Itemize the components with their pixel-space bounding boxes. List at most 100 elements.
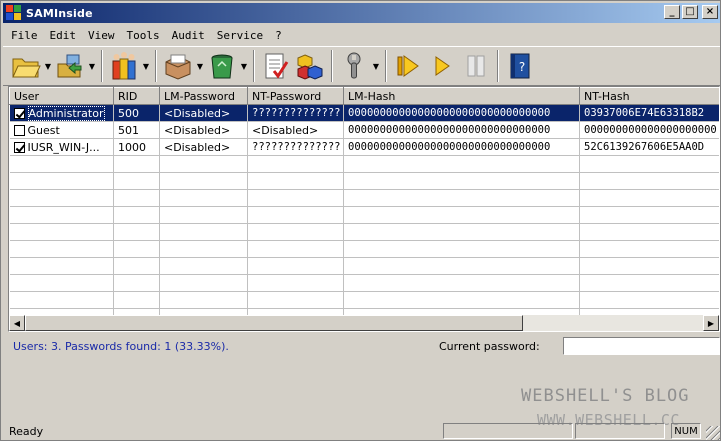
table-row[interactable]: Guest 501 <Disabled> <Disabled> 00000000… — [9, 121, 719, 139]
recycle-bin-icon[interactable] — [205, 49, 239, 83]
current-password-field[interactable] — [563, 337, 720, 355]
nt-password-cell: <Disabled> — [247, 121, 344, 139]
column-header-user[interactable]: User — [9, 87, 114, 105]
lm-password-cell: <Disabled> — [159, 121, 248, 139]
scroll-track[interactable] — [25, 315, 703, 331]
table-row[interactable]: IUSR_WIN-J... 1000 <Disabled> ??????????… — [9, 138, 719, 156]
row-checkbox[interactable] — [13, 124, 25, 136]
status-progress-panel — [443, 423, 573, 439]
app-icon — [6, 5, 22, 21]
export-box-icon[interactable] — [161, 49, 195, 83]
menu-file[interactable]: File — [5, 29, 44, 42]
toolbar-separator — [331, 50, 333, 82]
minimize-button[interactable]: _ — [664, 5, 680, 19]
help-book-icon[interactable]: ? — [503, 49, 537, 83]
empty-row — [9, 291, 719, 309]
saminside-window: SAMInside _ □ × File Edit View Tools Aud… — [0, 0, 721, 441]
users-icon[interactable] — [107, 49, 141, 83]
import-dropdown-arrow[interactable]: ▼ — [87, 49, 97, 83]
menu-edit[interactable]: Edit — [44, 29, 83, 42]
open-folder-icon[interactable] — [9, 49, 43, 83]
user-cell: Guest — [9, 121, 114, 139]
column-header-lm-password[interactable]: LM-Password — [159, 87, 248, 105]
resize-grip[interactable] — [706, 426, 720, 440]
table-row[interactable]: Administrator 500 <Disabled> ???????????… — [9, 104, 719, 122]
rid-cell: 500 — [113, 104, 160, 122]
toolbar-separator — [385, 50, 387, 82]
lm-hash-cell: 00000000000000000000000000000000 — [343, 121, 580, 139]
rid-cell: 1000 — [113, 138, 160, 156]
column-header-nt-password[interactable]: NT-Password — [247, 87, 344, 105]
menu-service[interactable]: Service — [211, 29, 269, 42]
row-checkbox[interactable] — [13, 141, 25, 153]
lm-password-cell: <Disabled> — [159, 138, 248, 156]
rid-cell: 501 — [113, 121, 160, 139]
status-panel — [575, 423, 665, 439]
export-dropdown-arrow[interactable]: ▼ — [195, 49, 205, 83]
menu-tools[interactable]: Tools — [121, 29, 166, 42]
window-title: SAMInside — [26, 6, 93, 20]
close-button[interactable]: × — [702, 5, 718, 19]
nt-hash-cell: 52C6139267606E5AA0D — [579, 138, 719, 156]
user-name: Guest — [27, 123, 60, 137]
users-table: User RID LM-Password NT-Password LM-Hash… — [8, 86, 720, 332]
scroll-right-button[interactable]: ▶ — [703, 315, 719, 331]
user-name: IUSR_WIN-J... — [27, 140, 100, 154]
import-icon[interactable] — [53, 49, 87, 83]
lm-hash-cell: 00000000000000000000000000000000 — [343, 138, 580, 156]
nt-password-cell: ?????????????? — [247, 138, 344, 156]
empty-row — [9, 172, 719, 190]
horizontal-scrollbar[interactable]: ◀ ▶ — [9, 315, 719, 331]
nt-hash-cell: 000000000000000000000 — [579, 121, 719, 139]
toolbar-separator — [253, 50, 255, 82]
table-header: User RID LM-Password NT-Password LM-Hash… — [9, 87, 719, 105]
lm-password-cell: <Disabled> — [159, 104, 248, 122]
status-text: Ready — [9, 424, 44, 438]
menu-bar: File Edit View Tools Audit Service ? — [5, 26, 288, 44]
toolbar: ▼ ▼ ▼ ▼ ▼ ▼ ? — [3, 46, 720, 86]
row-checkbox[interactable] — [13, 107, 25, 119]
empty-row — [9, 257, 719, 275]
recycle-dropdown-arrow[interactable]: ▼ — [239, 49, 249, 83]
cubes-icon[interactable] — [293, 49, 327, 83]
user-cell: Administrator — [9, 104, 114, 122]
column-header-nt-hash[interactable]: NT-Hash — [579, 87, 719, 105]
column-header-lm-hash[interactable]: LM-Hash — [343, 87, 580, 105]
wrench-icon[interactable] — [337, 49, 371, 83]
watermark-title: WEBSHELL'S BLOG — [521, 386, 690, 406]
current-password-label: Current password: — [439, 340, 540, 353]
menu-view[interactable]: View — [82, 29, 121, 42]
empty-row — [9, 240, 719, 258]
open-dropdown-arrow[interactable]: ▼ — [43, 49, 53, 83]
play-icon[interactable] — [391, 49, 425, 83]
status-bar: Ready NUM — [3, 422, 720, 440]
toolbar-separator — [497, 50, 499, 82]
toolbar-separator — [101, 50, 103, 82]
nt-hash-cell: 03937006E74E63318B2 — [579, 104, 719, 122]
scroll-left-button[interactable]: ◀ — [9, 315, 25, 331]
title-bar[interactable]: SAMInside _ □ × — [3, 3, 720, 23]
lm-hash-cell: 00000000000000000000000000000000 — [343, 104, 580, 122]
resume-icon[interactable] — [425, 49, 459, 83]
empty-row — [9, 206, 719, 224]
num-lock-indicator: NUM — [671, 423, 701, 439]
column-header-rid[interactable]: RID — [113, 87, 160, 105]
users-summary: Users: 3. Passwords found: 1 (33.33%). — [13, 340, 229, 353]
menu-audit[interactable]: Audit — [166, 29, 211, 42]
empty-row — [9, 223, 719, 241]
pause-icon[interactable] — [459, 49, 493, 83]
svg-text:?: ? — [519, 60, 525, 74]
empty-row — [9, 189, 719, 207]
menu-help[interactable]: ? — [269, 29, 288, 42]
scroll-thumb[interactable] — [25, 315, 523, 331]
toolbar-separator — [155, 50, 157, 82]
nt-password-cell: ?????????????? — [247, 104, 344, 122]
wrench-dropdown-arrow[interactable]: ▼ — [371, 49, 381, 83]
empty-row — [9, 274, 719, 292]
user-cell: IUSR_WIN-J... — [9, 138, 114, 156]
user-name: Administrator — [27, 105, 105, 121]
empty-row — [9, 155, 719, 173]
checklist-icon[interactable] — [259, 49, 293, 83]
maximize-button[interactable]: □ — [682, 5, 698, 19]
users-dropdown-arrow[interactable]: ▼ — [141, 49, 151, 83]
